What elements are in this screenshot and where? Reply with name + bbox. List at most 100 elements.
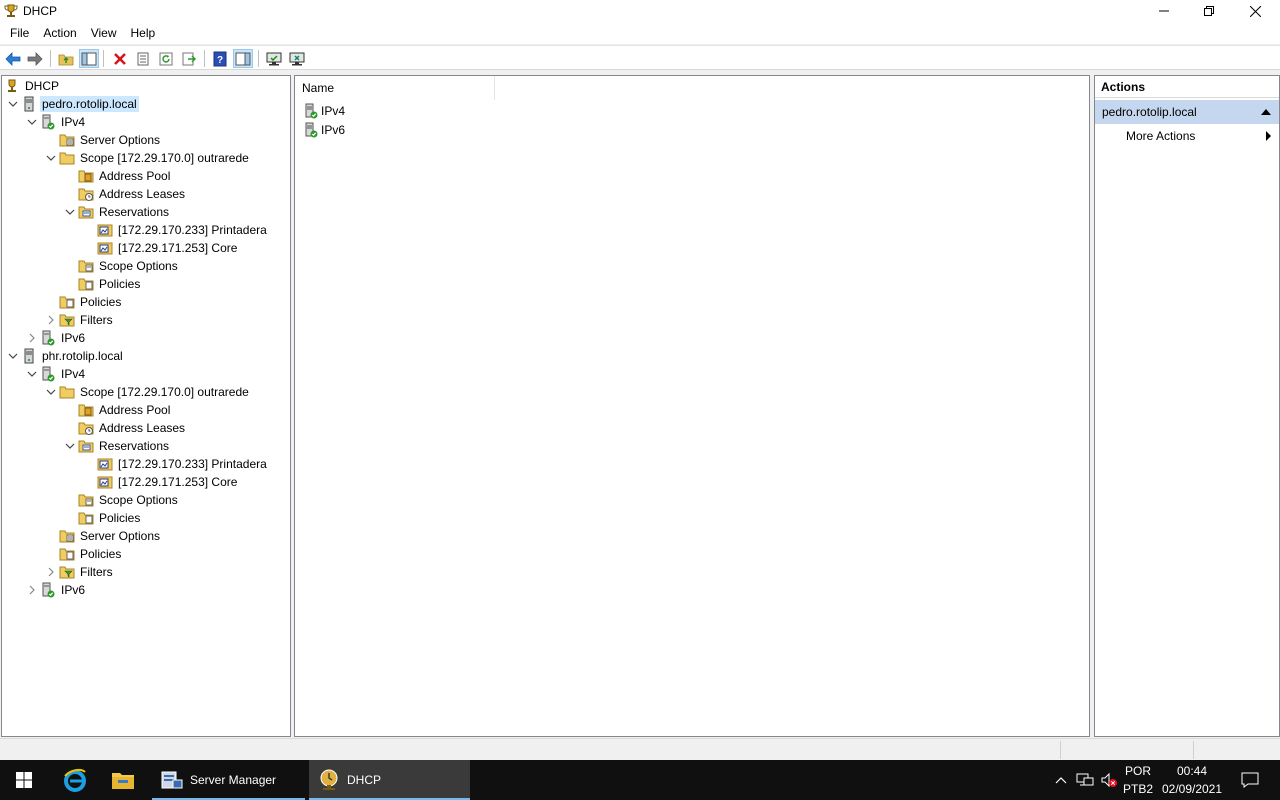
tree-node-label: [172.29.170.233] Printadera (118, 457, 267, 471)
file-explorer-button[interactable] (100, 760, 146, 800)
tree-node[interactable]: [172.29.170.233] Printadera (81, 221, 269, 239)
properties-icon[interactable] (133, 49, 153, 68)
tree-node[interactable]: phr.rotolip.local (5, 347, 125, 365)
language-indicator[interactable]: POR (1122, 764, 1154, 778)
tree-node[interactable]: Address Leases (62, 185, 187, 203)
tree-node[interactable]: Reservations (62, 203, 171, 221)
tree-node[interactable]: Reservations (62, 437, 171, 455)
restore-button[interactable] (1186, 0, 1232, 22)
clock-time[interactable]: 00:44 (1160, 764, 1224, 778)
tree-node[interactable]: Scope Options (62, 491, 180, 509)
tree-node[interactable]: Address Leases (62, 419, 187, 437)
clock-date[interactable]: 02/09/2021 (1160, 782, 1224, 796)
tree-node[interactable]: [172.29.171.253] Core (81, 473, 239, 491)
show-hide-action-pane-icon[interactable] (233, 49, 253, 68)
show-hide-console-tree-icon[interactable] (79, 49, 99, 68)
export-list-icon[interactable] (179, 49, 199, 68)
scope-folder-icon (59, 384, 75, 400)
tree-node[interactable]: Server Options (43, 527, 162, 545)
server-icon (21, 348, 37, 364)
expand-chevron-icon[interactable] (43, 383, 59, 401)
internet-explorer-button[interactable] (52, 760, 98, 800)
tree-node[interactable]: Address Pool (62, 167, 172, 185)
collapse-chevron-icon[interactable] (43, 563, 59, 581)
authorize-server-icon[interactable] (264, 49, 284, 68)
actions-section-header[interactable]: pedro.rotolip.local (1095, 100, 1279, 124)
collapse-chevron-icon[interactable] (24, 581, 40, 599)
tree-node[interactable]: Policies (62, 509, 142, 527)
help-icon[interactable]: ? (210, 49, 230, 68)
tree-node-label: Scope Options (99, 259, 178, 273)
tree-node[interactable]: pedro.rotolip.local (5, 95, 139, 113)
menu-help[interactable]: Help (124, 22, 163, 44)
menu-bar: File Action View Help (0, 22, 1280, 44)
action-center-button[interactable] (1232, 760, 1268, 800)
actions-pane: Actions pedro.rotolip.local More Actions (1094, 75, 1280, 737)
delete-icon[interactable] (110, 49, 130, 68)
taskbar-server-manager[interactable]: Server Manager (152, 760, 305, 800)
expand-chevron-icon[interactable] (5, 347, 21, 365)
tree-node[interactable]: Policies (43, 293, 123, 311)
refresh-icon[interactable] (156, 49, 176, 68)
menu-view[interactable]: View (84, 22, 124, 44)
volume-muted-icon[interactable] (1098, 760, 1120, 800)
tree-node[interactable]: IPv4 (24, 113, 87, 131)
start-button[interactable] (0, 760, 48, 800)
tree-node[interactable]: Filters (43, 563, 115, 581)
tree-node-label: Reservations (99, 439, 170, 453)
collapse-chevron-icon[interactable] (24, 329, 40, 347)
tree-node[interactable]: [172.29.171.253] Core (81, 239, 239, 257)
tree-node[interactable]: [172.29.170.233] Printadera (81, 455, 269, 473)
list-item-ipv6[interactable]: IPv6 (303, 121, 345, 139)
expand-chevron-icon[interactable] (62, 203, 78, 221)
reservation-icon (97, 456, 113, 472)
menu-action[interactable]: Action (36, 22, 83, 44)
taskbar-dhcp[interactable]: DHCP (309, 760, 470, 800)
tree-node[interactable]: IPv6 (24, 329, 87, 347)
window-title: DHCP (23, 4, 58, 18)
network-tray-icon[interactable] (1074, 760, 1096, 800)
expand-chevron-icon[interactable] (62, 437, 78, 455)
minimize-button[interactable] (1141, 0, 1187, 22)
forward-icon[interactable] (25, 49, 45, 68)
tree-node[interactable]: Scope Options (62, 257, 180, 275)
dhcp-app-icon (3, 3, 19, 22)
up-folder-icon[interactable] (56, 49, 76, 68)
back-icon[interactable] (3, 49, 23, 68)
unauthorize-server-icon[interactable] (287, 49, 307, 68)
keyboard-layout-indicator[interactable]: PTB2 (1122, 782, 1154, 796)
expand-chevron-icon[interactable] (24, 113, 40, 131)
policies-icon (78, 276, 94, 292)
tree-node[interactable]: Policies (43, 545, 123, 563)
tree-node[interactable]: Scope [172.29.170.0] outrarede (43, 149, 251, 167)
collapse-arrow-icon[interactable] (1261, 109, 1271, 115)
more-actions-link[interactable]: More Actions (1126, 128, 1195, 144)
ipv4-icon (40, 366, 56, 382)
tree-node[interactable]: Address Pool (62, 401, 172, 419)
expand-chevron-icon[interactable] (43, 149, 59, 167)
tree-node[interactable]: Scope [172.29.170.0] outrarede (43, 383, 251, 401)
ipv6-icon (40, 582, 56, 598)
expand-chevron-icon[interactable] (24, 365, 40, 383)
tree-node[interactable]: IPv4 (24, 365, 87, 383)
tree-node[interactable]: Policies (62, 275, 142, 293)
tree-root-dhcp[interactable]: DHCP (4, 77, 61, 95)
tree-node[interactable]: Server Options (43, 131, 162, 149)
expand-chevron-icon[interactable] (5, 95, 21, 113)
tree-node-label: Scope Options (99, 493, 178, 507)
internet-explorer-icon (64, 768, 86, 792)
collapse-chevron-icon[interactable] (43, 311, 59, 329)
tree-node[interactable]: IPv6 (24, 581, 87, 599)
menu-file[interactable]: File (3, 22, 36, 44)
show-hidden-icons-button[interactable] (1052, 760, 1070, 800)
tree-node[interactable]: Filters (43, 311, 115, 329)
list-item-ipv4[interactable]: IPv4 (303, 102, 345, 120)
close-button[interactable] (1232, 0, 1278, 22)
column-header-name[interactable]: Name (295, 76, 495, 100)
